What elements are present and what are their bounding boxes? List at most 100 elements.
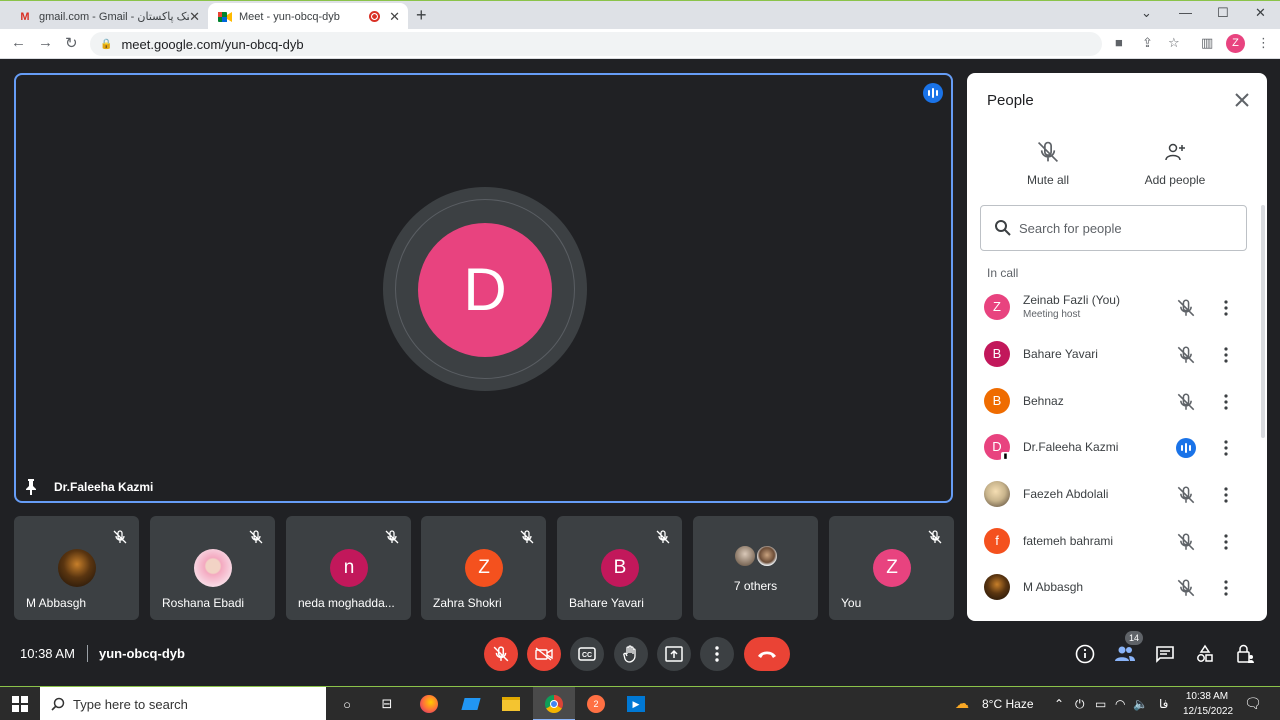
back-icon[interactable]: ← — [11, 34, 26, 51]
more-options-button[interactable] — [700, 637, 734, 671]
raise-hand-button[interactable] — [614, 637, 648, 671]
mic-toggle-button[interactable] — [484, 637, 518, 671]
leave-call-button[interactable] — [744, 637, 790, 671]
firefox-icon[interactable] — [418, 693, 440, 715]
more-vert-icon — [715, 646, 719, 662]
language-indicator[interactable]: فا — [1159, 697, 1168, 711]
minimize-icon[interactable]: — — [1179, 5, 1192, 20]
more-vert-icon[interactable] — [1217, 533, 1235, 551]
chat-button[interactable] — [1154, 643, 1176, 665]
main-speaker-tile[interactable]: D Dr.Faleeha Kazmi — [14, 73, 953, 503]
menu-icon[interactable]: ⋮ — [1257, 35, 1270, 51]
meeting-details-button[interactable] — [1074, 643, 1096, 665]
taskbar-search-input[interactable]: Type here to search — [40, 687, 326, 720]
media-player-icon[interactable]: ▶ — [625, 693, 647, 715]
close-icon[interactable] — [1233, 91, 1251, 109]
new-tab-icon[interactable]: + — [416, 5, 427, 26]
chevron-up-icon[interactable]: ⌃ — [1054, 697, 1064, 711]
participant-name: fatemeh bahrami — [1023, 534, 1114, 548]
participant-row[interactable]: D ▮ Dr.Faleeha Kazmi — [967, 426, 1257, 470]
activities-button[interactable] — [1194, 643, 1216, 665]
present-button[interactable] — [657, 637, 691, 671]
mic-off-icon[interactable] — [1177, 486, 1195, 504]
tab-gmail[interactable]: M gmail.com - Gmail - لینک پاکستان ✕ — [8, 3, 208, 30]
wifi-icon[interactable]: ◠ — [1115, 697, 1125, 711]
task-view-icon[interactable]: ⊟ — [376, 693, 398, 715]
camera-toggle-button[interactable] — [527, 637, 561, 671]
close-window-icon[interactable]: ✕ — [1255, 5, 1266, 21]
participant-tile[interactable]: Z Zahra Shokri — [421, 516, 546, 620]
power-icon[interactable]: ⏻ — [1075, 697, 1085, 712]
app-icon[interactable] — [460, 693, 482, 715]
browser-tab-bar: M gmail.com - Gmail - لینک پاکستان ✕ Mee… — [0, 0, 1280, 30]
people-button[interactable] — [1114, 643, 1136, 665]
mic-off-icon — [928, 530, 942, 544]
share-icon[interactable]: ⇪ — [1142, 35, 1153, 51]
more-vert-icon[interactable] — [1217, 299, 1235, 317]
participant-name: Zahra Shokri — [433, 596, 502, 610]
star-icon[interactable]: ☆ — [1168, 35, 1180, 51]
people-scrollbar[interactable] — [1261, 205, 1265, 438]
close-tab-icon[interactable]: ✕ — [189, 9, 200, 25]
more-vert-icon[interactable] — [1217, 346, 1235, 364]
chrome-profile-icon[interactable]: 2 — [585, 693, 607, 715]
chevron-down-icon[interactable]: ⌄ — [1141, 5, 1152, 21]
more-vert-icon[interactable] — [1217, 439, 1235, 457]
chrome-icon[interactable] — [543, 693, 565, 715]
taskbar: Type here to search ○ ⊟ 2 ▶ ☁ 8°C Haze ⌃… — [0, 686, 1280, 720]
notifications-icon[interactable]: 🗨 — [1244, 695, 1262, 712]
reload-icon[interactable]: ↻ — [65, 34, 78, 52]
address-bar: ← → ↻ 🔒 meet.google.com/yun-obcq-dyb ■ ⇪… — [0, 29, 1280, 59]
camera-icon[interactable]: ■ — [1115, 35, 1123, 50]
participant-row[interactable]: Z Zeinab Fazli (You) Meeting host — [967, 286, 1257, 330]
volume-icon[interactable]: 🔈 — [1133, 697, 1148, 711]
mic-off-icon[interactable] — [1177, 579, 1195, 597]
add-people-button[interactable]: Add people — [1125, 141, 1225, 187]
others-tile[interactable]: 7 others — [693, 516, 818, 620]
url-field[interactable]: 🔒 meet.google.com/yun-obcq-dyb — [90, 32, 1102, 56]
mute-all-button[interactable]: Mute all — [998, 141, 1098, 187]
side-panel-icon[interactable]: ▥ — [1201, 35, 1213, 51]
others-avatar — [733, 544, 757, 568]
windows-start-icon[interactable] — [9, 693, 31, 715]
meeting-time: 10:38 AM — [20, 646, 75, 661]
self-tile[interactable]: Z You — [829, 516, 954, 620]
close-tab-icon[interactable]: ✕ — [389, 9, 400, 25]
maximize-icon[interactable]: ☐ — [1217, 5, 1229, 21]
file-explorer-icon[interactable] — [500, 693, 522, 715]
pin-icon[interactable] — [25, 479, 37, 495]
profile-avatar[interactable]: Z — [1226, 34, 1245, 53]
search-people-input[interactable]: Search for people — [980, 205, 1247, 251]
participant-tile[interactable]: B Bahare Yavari — [557, 516, 682, 620]
mic-off-icon[interactable] — [1177, 346, 1195, 364]
participant-tile[interactable]: Roshana Ebadi — [150, 516, 275, 620]
cortana-icon[interactable]: ○ — [336, 693, 358, 715]
forward-icon[interactable]: → — [38, 34, 53, 51]
search-icon — [51, 697, 65, 711]
mic-off-icon[interactable] — [1177, 299, 1195, 317]
participant-row[interactable]: M Abbasgh — [967, 566, 1257, 610]
mic-off-icon[interactable] — [1177, 533, 1195, 551]
more-vert-icon[interactable] — [1217, 393, 1235, 411]
gmail-icon: M — [20, 10, 30, 23]
mic-off-icon[interactable] — [1177, 393, 1195, 411]
more-vert-icon[interactable] — [1217, 579, 1235, 597]
hang-up-icon — [758, 651, 776, 658]
more-vert-icon[interactable] — [1217, 486, 1235, 504]
tab-meet[interactable]: Meet - yun-obcq-dyb ✕ — [208, 3, 408, 30]
participant-photo — [984, 574, 1010, 600]
participant-tile[interactable]: n neda moghadda... — [286, 516, 411, 620]
info-icon — [1075, 644, 1095, 664]
participant-row[interactable]: Faezeh Abdolali — [967, 473, 1257, 517]
weather-text[interactable]: 8°C Haze — [982, 697, 1034, 711]
battery-icon[interactable]: ▭ — [1095, 697, 1106, 711]
captions-button[interactable]: CC — [570, 637, 604, 671]
participant-row[interactable]: B Behnaz — [967, 380, 1257, 424]
participant-tile[interactable]: M Abbasgh — [14, 516, 139, 620]
host-controls-button[interactable] — [1234, 643, 1256, 665]
meet-icon — [218, 10, 232, 24]
participant-row[interactable]: f fatemeh bahrami — [967, 520, 1257, 564]
taskbar-clock[interactable]: 10:38 AM 12/15/2022 — [1183, 689, 1233, 719]
participant-row[interactable]: B Bahare Yavari — [967, 333, 1257, 377]
mic-off-icon — [249, 530, 263, 544]
